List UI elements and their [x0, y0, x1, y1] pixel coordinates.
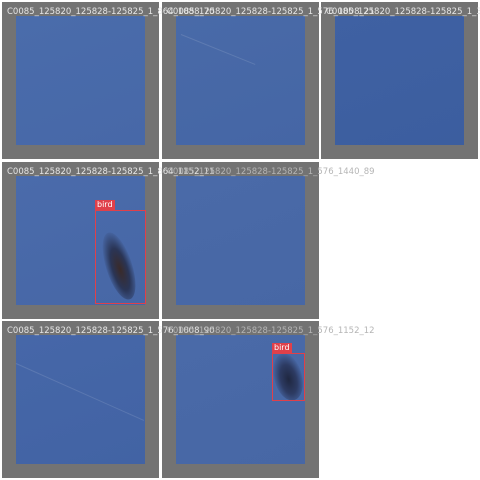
- tile-caption: C0085_125820_125828-125825_1_576_1440_89: [167, 167, 375, 177]
- detection-label: bird: [95, 200, 115, 210]
- sky-image: [15, 335, 145, 464]
- detection-box[interactable]: bird: [95, 200, 146, 304]
- image-tile-2[interactable]: C0085_125820_125828-125825_1_576_1008_21: [162, 2, 375, 159]
- image-tile-4[interactable]: bird C0085_125820_125828-125825_1_864_11…: [2, 162, 215, 319]
- image-tile-7[interactable]: bird C0085_125820_125828-125825_1_576_11…: [162, 321, 375, 478]
- detection-label: bird: [272, 343, 292, 353]
- sky-image: [16, 16, 145, 145]
- image-tile-1[interactable]: C0085_125820_125828-125825_1_864_1088_70: [2, 2, 215, 159]
- tile-caption: C0085_125820_125828-125825_1_576_1152_12: [167, 326, 375, 336]
- sky-streak: [15, 363, 145, 421]
- tile-caption: C0085_125820_125828-125825_1_35: [326, 7, 480, 17]
- image-tile-5[interactable]: C0085_125820_125828-125825_1_576_1440_89: [162, 162, 375, 319]
- sky-image: [176, 16, 305, 145]
- sky-image: [335, 16, 464, 145]
- sky-image: [176, 176, 305, 305]
- image-tile-6[interactable]: C0085_125820_125828-125825_1_576_1008_90: [2, 321, 215, 478]
- sky-streak: [180, 34, 256, 65]
- detection-box[interactable]: bird: [272, 343, 305, 401]
- image-tile-3[interactable]: C0085_125820_125828-125825_1_35: [321, 2, 480, 159]
